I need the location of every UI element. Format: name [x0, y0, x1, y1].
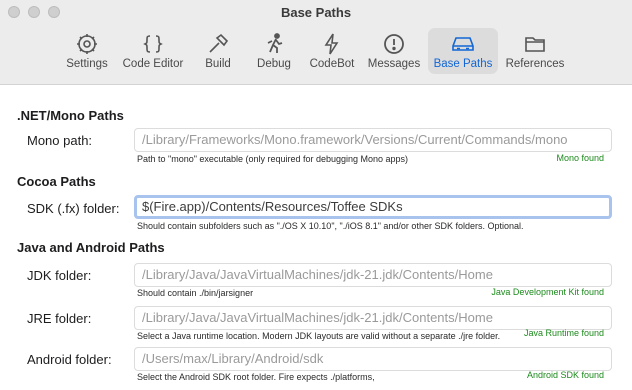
- jdk-folder-hint: Should contain ./bin/jarsigner: [137, 288, 254, 298]
- tab-label: References: [505, 58, 565, 70]
- tab-base-paths[interactable]: Base Paths: [428, 28, 498, 74]
- tab-messages[interactable]: Messages: [364, 28, 424, 74]
- jre-folder-status: Java Runtime found: [523, 328, 604, 338]
- tab-code-editor[interactable]: Code Editor: [118, 28, 188, 74]
- tab-label: Messages: [367, 58, 421, 70]
- tab-label: CodeBot: [309, 58, 355, 70]
- tab-label: Build: [205, 58, 231, 70]
- braces-icon: [118, 32, 188, 56]
- jdk-folder-field[interactable]: /Library/Java/JavaVirtualMachines/jdk-21…: [134, 263, 612, 287]
- android-folder-field[interactable]: /Users/max/Library/Android/sdk: [134, 347, 612, 371]
- tab-debug[interactable]: Debug: [248, 28, 300, 74]
- running-figure-icon: [248, 32, 300, 56]
- tab-codebot[interactable]: CodeBot: [304, 28, 360, 74]
- jre-folder-hint: Select a Java runtime location. Modern J…: [137, 331, 501, 341]
- android-folder-status: Android SDK found: [526, 370, 604, 380]
- folder-icon: [502, 32, 568, 56]
- title-bar: Base Paths Settings Code Editor Build De…: [0, 0, 632, 85]
- jre-folder-label: JRE folder:: [27, 311, 92, 326]
- mono-path-label: Mono path:: [27, 133, 93, 148]
- android-folder-hint: Select the Android SDK root folder. Fire…: [137, 372, 375, 382]
- sdk-folder-field[interactable]: $(Fire.app)/Contents/Resources/Toffee SD…: [134, 195, 612, 219]
- mono-path-hint: Path to "mono" executable (only required…: [137, 154, 409, 164]
- tab-label: Settings: [66, 58, 108, 70]
- tab-label: Code Editor: [122, 58, 184, 70]
- mono-path-field[interactable]: /Library/Frameworks/Mono.framework/Versi…: [134, 128, 612, 152]
- hammer-icon: [192, 32, 244, 56]
- sdk-folder-label: SDK (.fx) folder:: [27, 201, 120, 216]
- section-title-cocoa: Cocoa Paths: [17, 174, 96, 189]
- gear-icon: [58, 32, 116, 56]
- tab-label: Debug: [257, 58, 291, 70]
- tab-build[interactable]: Build: [192, 28, 244, 74]
- tab-settings[interactable]: Settings: [58, 28, 116, 74]
- exclamation-circle-icon: [364, 32, 424, 56]
- base-paths-panel: .NET/Mono Paths Mono path: /Library/Fram…: [0, 85, 632, 390]
- section-title-mono: .NET/Mono Paths: [17, 108, 124, 123]
- mono-path-status: Mono found: [556, 153, 604, 163]
- lightning-bolt-icon: [304, 32, 360, 56]
- android-folder-label: Android folder:: [27, 352, 112, 367]
- tab-references[interactable]: References: [502, 28, 568, 74]
- jre-folder-field[interactable]: /Library/Java/JavaVirtualMachines/jdk-21…: [134, 306, 612, 330]
- tab-label: Base Paths: [433, 58, 493, 70]
- hard-drive-icon: [428, 32, 498, 56]
- sdk-folder-hint: Should contain subfolders such as "./OS …: [137, 221, 524, 231]
- section-title-java: Java and Android Paths: [17, 240, 165, 255]
- jdk-folder-status: Java Development Kit found: [491, 287, 604, 297]
- jdk-folder-label: JDK folder:: [27, 268, 92, 283]
- window-title: Base Paths: [280, 5, 352, 20]
